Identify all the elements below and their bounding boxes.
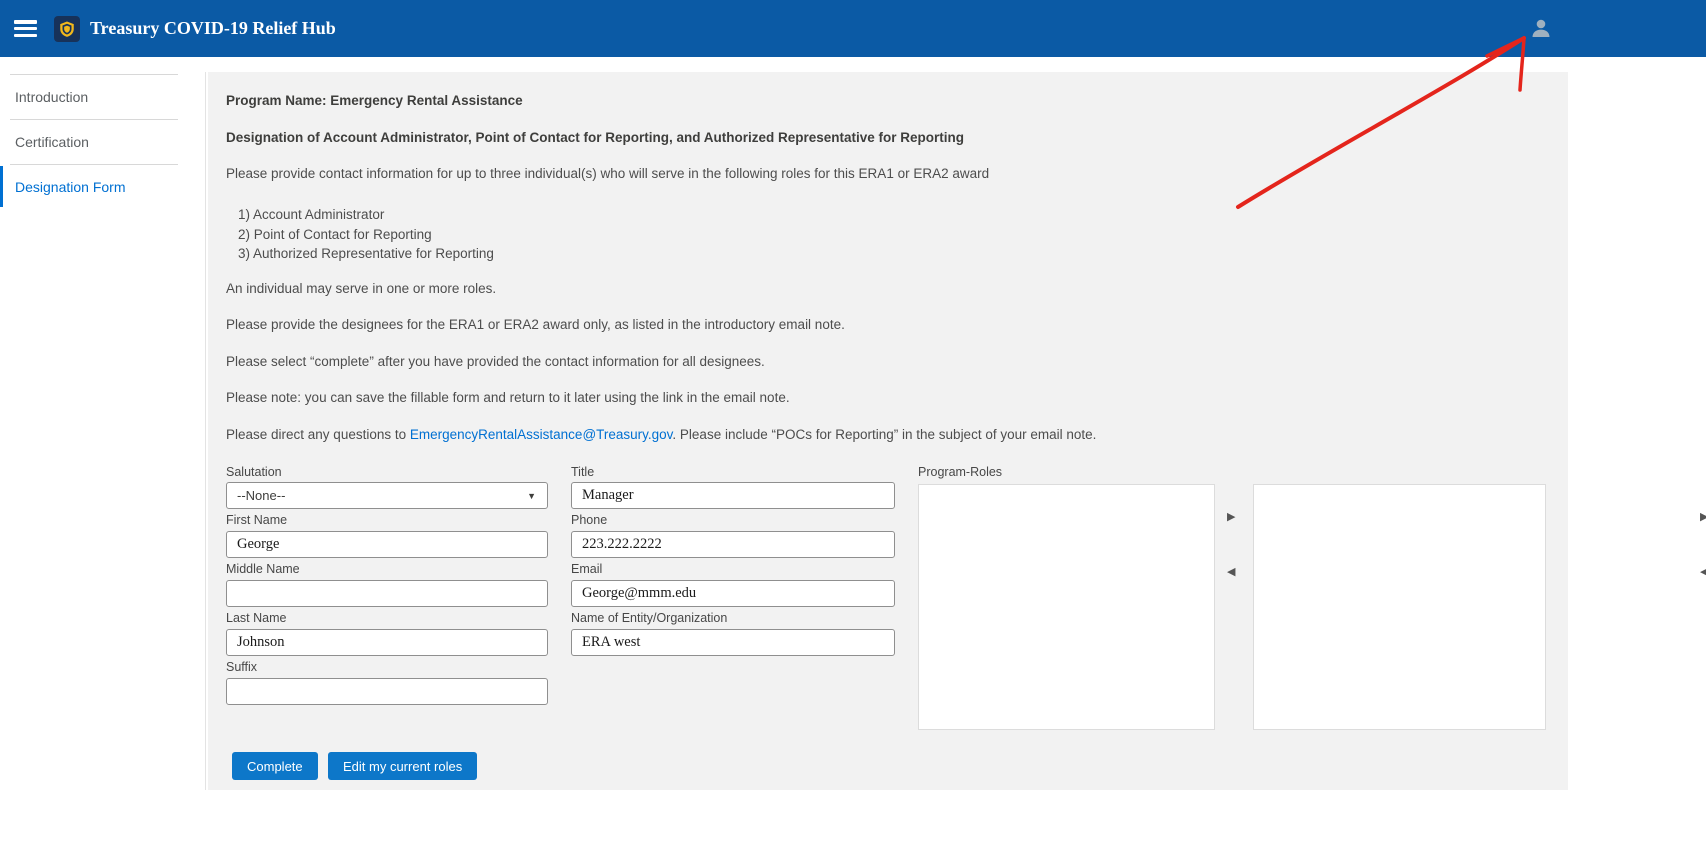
edit-current-roles-button[interactable]: Edit my current roles — [328, 752, 477, 780]
divider — [10, 74, 178, 75]
last-name-label: Last Name — [226, 611, 286, 625]
last-name-input[interactable] — [226, 629, 548, 656]
role-item: 2) Point of Contact for Reporting — [238, 225, 494, 245]
first-name-label: First Name — [226, 513, 287, 527]
chevron-down-icon: ▼ — [527, 491, 536, 501]
sidebar-item-designation-form[interactable]: Designation Form — [0, 164, 205, 209]
note-text: Please note: you can save the fillable f… — [226, 390, 790, 405]
app-title: Treasury COVID-19 Relief Hub — [90, 18, 336, 39]
contact-text: Please direct any questions to Emergency… — [226, 427, 1096, 442]
salutation-select[interactable]: --None-- ▼ — [226, 482, 548, 509]
sidebar-item-label: Introduction — [15, 89, 88, 105]
menu-icon[interactable] — [14, 20, 37, 37]
roles-list: 1) Account Administrator 2) Point of Con… — [238, 205, 494, 264]
shield-icon — [58, 20, 76, 38]
divider — [10, 164, 178, 165]
program-roles-available-listbox[interactable] — [918, 484, 1215, 730]
first-name-input[interactable] — [226, 531, 548, 558]
picklist-add-arrow-icon[interactable]: ▶ — [1227, 512, 1235, 523]
note-text: Please select “complete” after you have … — [226, 354, 765, 369]
picklist-add-arrow-icon-cutoff[interactable]: ▶ — [1700, 512, 1706, 523]
entity-label: Name of Entity/Organization — [571, 611, 727, 625]
role-item: 3) Authorized Representative for Reporti… — [238, 244, 494, 264]
title-input[interactable] — [571, 482, 895, 509]
app-header: Treasury COVID-19 Relief Hub — [0, 0, 1706, 57]
salutation-label: Salutation — [226, 465, 282, 479]
sidebar-item-certification[interactable]: Certification — [0, 119, 205, 164]
title-label: Title — [571, 465, 594, 479]
phone-input[interactable] — [571, 531, 895, 558]
active-indicator — [0, 166, 3, 207]
sidebar-item-introduction[interactable]: Introduction — [0, 74, 205, 119]
sidebar-nav: Introduction Certification Designation F… — [0, 74, 205, 209]
phone-label: Phone — [571, 513, 607, 527]
intro-text: Please provide contact information for u… — [226, 166, 989, 181]
program-roles-label: Program-Roles — [918, 465, 1002, 479]
user-icon — [1529, 16, 1553, 40]
contact-email-link[interactable]: EmergencyRentalAssistance@Treasury.gov — [410, 427, 673, 442]
complete-button[interactable]: Complete — [232, 752, 318, 780]
suffix-input[interactable] — [226, 678, 548, 705]
entity-input[interactable] — [571, 629, 895, 656]
contact-before: Please direct any questions to — [226, 427, 410, 442]
divider — [10, 119, 178, 120]
program-roles-selected-listbox[interactable] — [1253, 484, 1546, 730]
note-text: Please provide the designees for the ERA… — [226, 317, 845, 332]
contact-after: . Please include “POCs for Reporting” in… — [672, 427, 1096, 442]
role-item: 1) Account Administrator — [238, 205, 494, 225]
email-input[interactable] — [571, 580, 895, 607]
treasury-logo — [54, 16, 80, 42]
picklist-remove-arrow-icon[interactable]: ◀ — [1227, 567, 1235, 578]
sidebar-item-label: Certification — [15, 134, 89, 150]
sidebar-divider — [205, 72, 206, 790]
salutation-value: --None-- — [237, 488, 285, 503]
suffix-label: Suffix — [226, 660, 257, 674]
note-text: An individual may serve in one or more r… — [226, 281, 496, 296]
picklist-remove-arrow-icon-cutoff[interactable]: ◀ — [1700, 567, 1706, 578]
email-label: Email — [571, 562, 602, 576]
middle-name-label: Middle Name — [226, 562, 300, 576]
designation-heading: Designation of Account Administrator, Po… — [226, 130, 964, 145]
program-name-text: Program Name: Emergency Rental Assistanc… — [226, 93, 523, 108]
sidebar-item-label: Designation Form — [15, 179, 126, 195]
designation-form-panel: Program Name: Emergency Rental Assistanc… — [208, 72, 1568, 790]
middle-name-input[interactable] — [226, 580, 548, 607]
user-profile-button[interactable] — [1529, 16, 1553, 40]
